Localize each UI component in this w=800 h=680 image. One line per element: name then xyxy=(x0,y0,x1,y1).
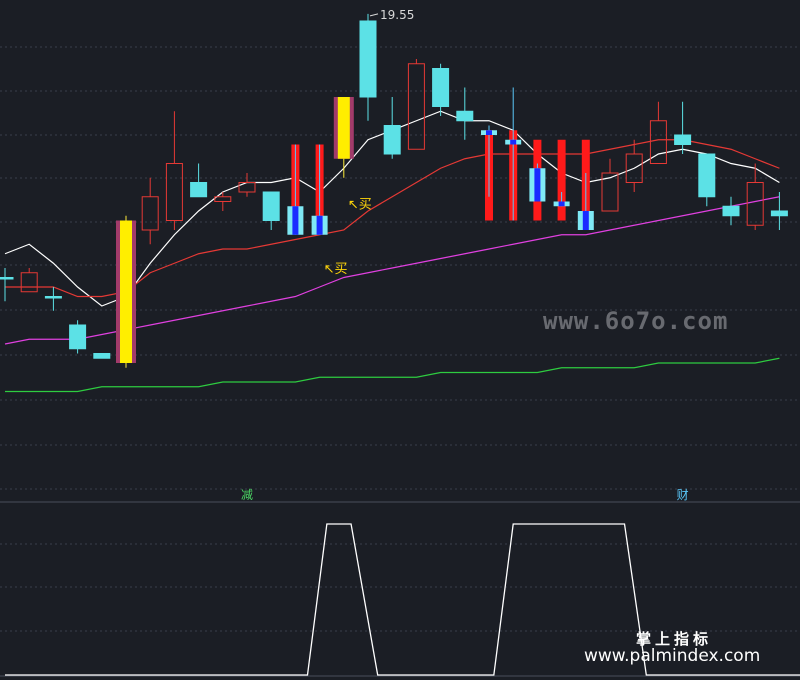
candle-31 xyxy=(746,163,764,230)
candle-core xyxy=(292,206,299,235)
candle-core xyxy=(486,130,492,135)
strength-bar xyxy=(557,139,566,221)
candle-core xyxy=(534,168,541,202)
ma-line-3 xyxy=(5,357,780,393)
candle-19 xyxy=(456,87,474,140)
candle-18 xyxy=(432,63,450,116)
signal-body xyxy=(120,220,132,363)
candle-2 xyxy=(44,287,62,311)
candle-3 xyxy=(69,320,87,354)
high-pointer xyxy=(369,13,379,17)
candle-body xyxy=(165,163,183,221)
candle-core xyxy=(582,211,589,230)
signal-body xyxy=(337,97,350,159)
candle-25 xyxy=(601,158,619,212)
candle-body xyxy=(0,277,14,280)
candle-core xyxy=(510,139,517,145)
candle-core xyxy=(316,215,323,235)
candle-11 xyxy=(262,191,280,230)
candle-22 xyxy=(529,139,546,221)
buy-annotation-0: ↖买 xyxy=(348,198,372,213)
chart-canvas: 19.55↖买↖买减财 www.6o7o.com 掌上指标 www.palmin… xyxy=(0,8,800,677)
candle-4 xyxy=(93,353,111,359)
candle-body xyxy=(190,182,208,198)
candle-body xyxy=(214,196,232,202)
candle-12 xyxy=(287,144,304,235)
candle-8 xyxy=(190,163,208,198)
marker-1: 财 xyxy=(677,488,689,502)
candle-body xyxy=(69,324,87,350)
watermark-center: www.6o7o.com xyxy=(543,307,728,335)
candle-body xyxy=(383,125,401,155)
candle-body xyxy=(407,63,425,150)
candle-9 xyxy=(214,192,232,211)
candle-13 xyxy=(311,144,328,235)
candle-6 xyxy=(141,177,159,245)
candle-14 xyxy=(333,97,354,178)
candle-28 xyxy=(674,101,692,154)
candle-body xyxy=(141,196,159,231)
candle-body xyxy=(44,296,62,299)
candle-5 xyxy=(116,215,136,368)
candle-0 xyxy=(0,268,14,302)
candle-body xyxy=(432,68,450,107)
marker-0: 减 xyxy=(241,488,253,502)
candle-20 xyxy=(481,125,497,221)
candle-body xyxy=(238,182,256,193)
candle-body xyxy=(20,272,38,293)
candle-16 xyxy=(383,97,401,159)
candle-body xyxy=(674,134,692,145)
candle-body xyxy=(722,205,740,217)
candle-1 xyxy=(20,268,38,293)
candle-body xyxy=(456,110,474,122)
annotations: 19.55 ↖买 ↖买减 财 xyxy=(241,8,689,502)
candle-body xyxy=(746,182,764,226)
candle-body xyxy=(359,20,377,98)
candle-body xyxy=(770,210,788,217)
candle-7 xyxy=(165,111,183,230)
high-value-label: 19.55 xyxy=(380,8,414,22)
watermark-footer-url: www.palmindex.com xyxy=(584,646,760,666)
candle-body xyxy=(698,153,716,198)
candle-body xyxy=(262,191,280,221)
candle-23 xyxy=(553,139,570,221)
candle-30 xyxy=(722,196,740,226)
candle-17 xyxy=(407,59,425,150)
candle-15 xyxy=(359,13,377,121)
candle-26 xyxy=(625,139,643,192)
candle-body xyxy=(93,353,111,359)
candle-core xyxy=(558,201,565,207)
buy-annotation-1: ↖买 xyxy=(324,262,348,277)
candle-29 xyxy=(698,153,716,207)
